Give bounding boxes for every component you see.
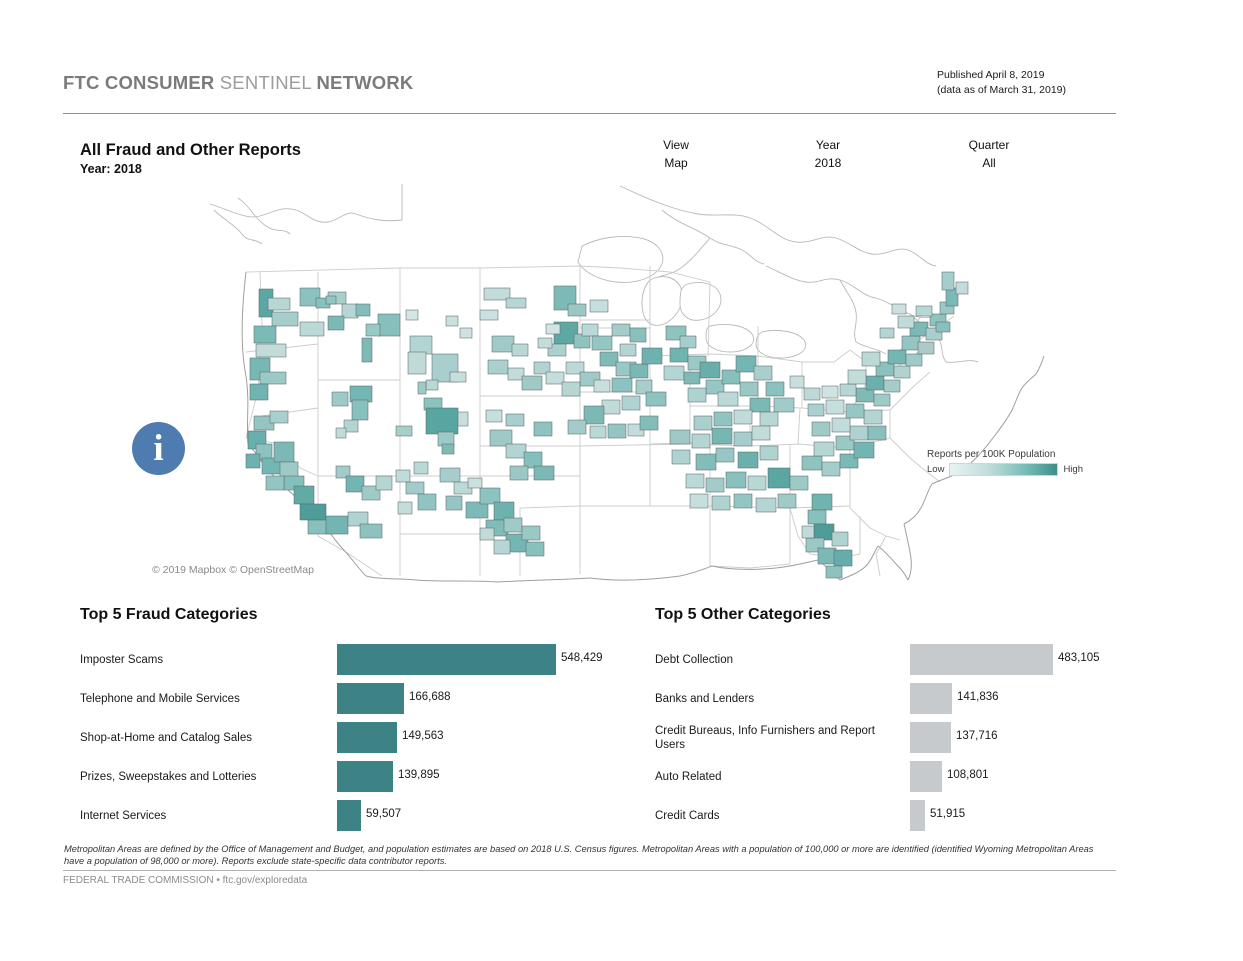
info-icon[interactable]: i [132, 422, 185, 475]
bar-track [910, 800, 925, 831]
bar-category-label: Banks and Lenders [655, 693, 755, 705]
bar-track [337, 644, 556, 675]
bar-track [910, 644, 1053, 675]
data-as-of-date: (data as of March 31, 2019) [937, 83, 1066, 96]
bar-track [910, 722, 951, 753]
filter-year-value[interactable]: 2018 [782, 154, 874, 172]
page-title: All Fraud and Other Reports [80, 141, 301, 159]
masthead: FTC CONSUMER SENTINEL NETWORK Published … [63, 68, 1116, 116]
bar-category-label: Credit Bureaus, Info Furnishers and Repo… [655, 725, 875, 751]
filter-view[interactable]: View Map [630, 136, 722, 172]
bar-row[interactable]: Debt Collection 483,105 [655, 644, 1125, 683]
map-svg[interactable] [150, 176, 1080, 584]
bar-track [910, 683, 952, 714]
filter-quarter-label: Quarter [968, 138, 1010, 152]
bar-track [337, 722, 397, 753]
bar-row[interactable]: Banks and Lenders 141,836 [655, 683, 1125, 722]
brand-title: FTC CONSUMER SENTINEL NETWORK [63, 72, 413, 94]
bar-fill[interactable] [910, 722, 951, 753]
map-legend: Reports per 100K Population Low High [927, 449, 1095, 476]
filter-quarter[interactable]: Quarter All [942, 136, 1036, 172]
bar-value-label: 548,429 [561, 652, 603, 664]
bar-category-label: Shop-at-Home and Catalog Sales [80, 732, 252, 744]
footer-agency-line: FEDERAL TRADE COMMISSION • ftc.gov/explo… [63, 875, 308, 886]
bar-value-label: 141,836 [957, 691, 999, 703]
bar-category-label: Auto Related [655, 771, 722, 783]
filter-year-label: Year [815, 138, 841, 152]
legend-scale: Low High [927, 463, 1095, 476]
bar-fill[interactable] [910, 683, 952, 714]
map-attribution: © 2019 Mapbox © OpenStreetMap [152, 564, 314, 576]
choropleth-map[interactable] [150, 176, 1080, 584]
footnote-text: Metropolitan Areas are defined by the Of… [64, 844, 1094, 866]
bar-row[interactable]: Credit Bureaus, Info Furnishers and Repo… [655, 722, 1125, 761]
bar-row[interactable]: Auto Related 108,801 [655, 761, 1125, 800]
bar-value-label: 139,895 [398, 769, 440, 781]
legend-caption: Reports per 100K Population [927, 449, 1056, 460]
bar-category-label: Prizes, Sweepstakes and Lotteries [80, 771, 257, 783]
bar-category-label: Telephone and Mobile Services [80, 693, 240, 705]
published-date: Published April 8, 2019 [937, 69, 1045, 81]
chart-top5-fraud-categories: Top 5 Fraud Categories Imposter Scams 54… [80, 606, 640, 839]
filter-year[interactable]: Year 2018 [782, 136, 874, 172]
header-divider [63, 113, 1116, 114]
bar-category-label: Debt Collection [655, 654, 733, 666]
bar-track [337, 800, 361, 831]
bar-fill[interactable] [337, 800, 361, 831]
brand-title-part-1: FTC CONSUMER [63, 72, 215, 93]
filter-quarter-value[interactable]: All [942, 154, 1036, 172]
bar-fill[interactable] [337, 761, 393, 792]
bar-value-label: 51,915 [930, 808, 966, 820]
bar-value-label: 137,716 [956, 730, 998, 742]
bar-value-label: 149,563 [402, 730, 444, 742]
bar-row[interactable]: Imposter Scams 548,429 [80, 644, 640, 683]
bar-fill[interactable] [337, 722, 397, 753]
filter-view-label: View [663, 138, 689, 152]
chart-title: Top 5 Other Categories [655, 606, 831, 623]
filter-view-value[interactable]: Map [630, 154, 722, 172]
page-subtitle: Year: 2018 [80, 162, 142, 176]
bar-row[interactable]: Credit Cards 51,915 [655, 800, 1125, 839]
footer-divider [63, 870, 1116, 871]
bar-track [910, 761, 942, 792]
bar-value-label: 59,507 [366, 808, 402, 820]
chart-title: Top 5 Fraud Categories [80, 606, 258, 623]
bar-row[interactable]: Shop-at-Home and Catalog Sales 149,563 [80, 722, 640, 761]
brand-title-part-3: NETWORK [316, 72, 414, 93]
bar-category-label: Internet Services [80, 810, 167, 822]
bar-fill[interactable] [337, 683, 404, 714]
bar-row[interactable]: Internet Services 59,507 [80, 800, 640, 839]
bar-track [337, 761, 393, 792]
bar-row[interactable]: Telephone and Mobile Services 166,688 [80, 683, 640, 722]
bar-track [337, 683, 404, 714]
published-info: Published April 8, 2019 (data as of Marc… [937, 68, 1066, 97]
bar-fill[interactable] [337, 644, 556, 675]
bar-fill[interactable] [910, 800, 925, 831]
bar-value-label: 108,801 [947, 769, 989, 781]
bar-fill[interactable] [910, 644, 1053, 675]
chart-top5-other-categories: Top 5 Other Categories Debt Collection 4… [655, 606, 1125, 839]
brand-title-part-2: SENTINEL [214, 72, 317, 93]
bar-fill[interactable] [910, 761, 942, 792]
legend-low-label: Low [927, 464, 945, 475]
legend-high-label: High [1063, 464, 1083, 475]
legend-gradient-bar [949, 463, 1059, 476]
bar-value-label: 166,688 [409, 691, 451, 703]
bar-category-label: Imposter Scams [80, 654, 164, 666]
bar-category-label: Credit Cards [655, 810, 720, 822]
bar-value-label: 483,105 [1058, 652, 1100, 664]
bar-row[interactable]: Prizes, Sweepstakes and Lotteries 139,89… [80, 761, 640, 800]
